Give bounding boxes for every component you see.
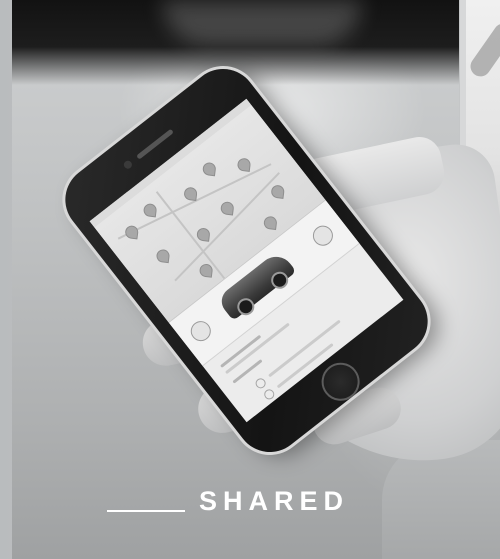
map-pin-icon	[198, 263, 214, 278]
map-pin-icon	[202, 161, 217, 177]
map-pin-icon	[142, 202, 158, 218]
app-detail-icon	[262, 387, 277, 402]
map-pin-icon	[196, 227, 211, 242]
app-round-button	[308, 221, 337, 250]
map-pin-icon	[263, 215, 278, 231]
map-pin-icon	[124, 224, 139, 240]
map-pin-icon	[220, 201, 235, 216]
app-round-button	[186, 317, 215, 346]
phone-in-hand-photo	[12, 0, 500, 559]
photo-dark-top-area	[12, 0, 500, 85]
caption: SHARED	[107, 484, 349, 518]
caption-label: SHARED	[199, 486, 350, 516]
map-pin-icon	[236, 157, 252, 172]
caption-rule	[107, 510, 185, 512]
map-pin-icon	[155, 248, 171, 264]
app-detail-icon	[253, 376, 268, 391]
map-pin-icon	[270, 184, 285, 199]
shared-card[interactable]: SHARED	[0, 0, 500, 559]
map-pin-icon	[183, 186, 198, 202]
